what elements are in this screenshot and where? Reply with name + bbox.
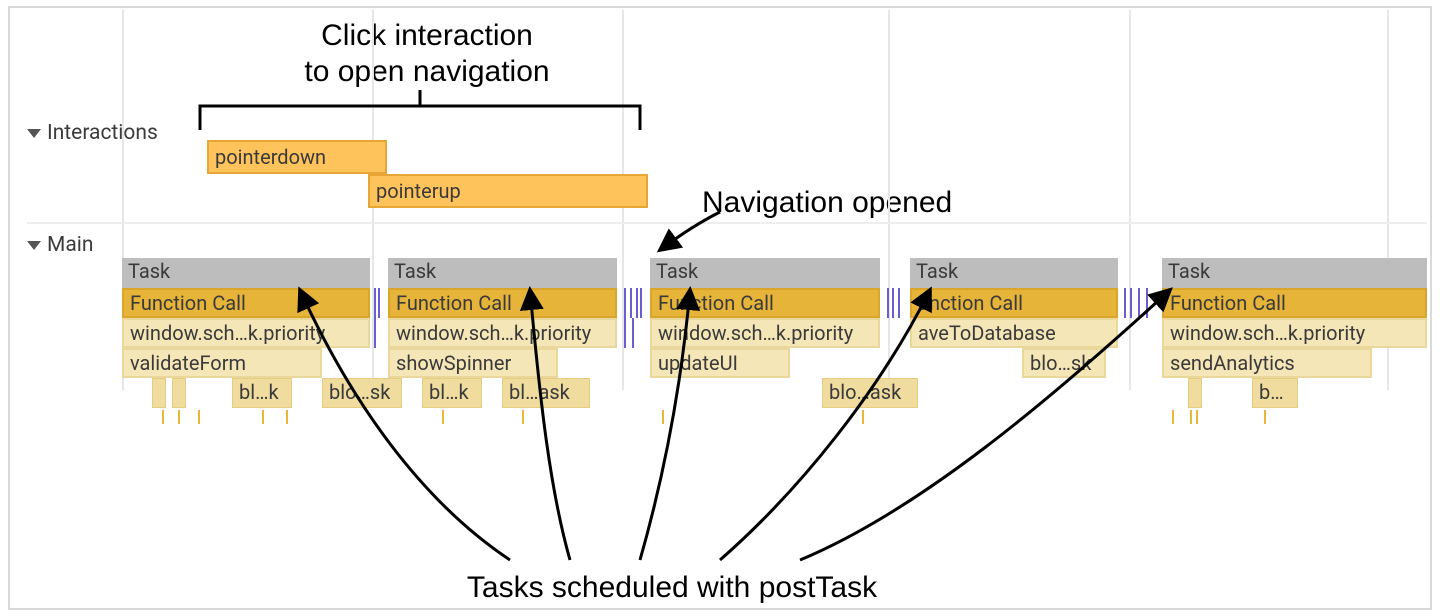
micro-bar[interactable] — [152, 378, 166, 408]
bar-label: window.sch…k.priority — [130, 321, 325, 345]
function-call-bar[interactable]: Function Call — [1162, 288, 1427, 318]
annotation-navigation-opened: Navigation opened — [702, 185, 1022, 221]
bar-label: Task — [1168, 259, 1210, 283]
annotation-text: Tasks scheduled with postTask — [467, 571, 877, 604]
task-bar[interactable]: Task — [122, 258, 370, 288]
track-interactions[interactable]: Interactions — [27, 120, 158, 146]
bar-label: pointerup — [376, 179, 461, 203]
bar-label: blo…sk — [1030, 351, 1091, 375]
bar-label: Task — [394, 259, 436, 283]
micro-bar[interactable]: bl…k — [232, 378, 292, 408]
bar-label: bl…k — [239, 380, 279, 404]
scheduler-bar[interactable]: window.sch…k.priority — [122, 318, 370, 348]
micro-bar[interactable]: bl…ask — [502, 378, 590, 408]
bar-label: Function Call — [658, 291, 774, 315]
bar-label: window.sch…k.priority — [1170, 321, 1365, 345]
annotation-click-interaction: Click interaction to open navigation — [242, 18, 612, 90]
bar-label: Function Call — [1170, 291, 1286, 315]
bar-label: bl…k — [429, 380, 469, 404]
micro-bar[interactable]: bl…k — [422, 378, 482, 408]
function-bar[interactable]: blo…sk — [1022, 348, 1106, 378]
micro-bar[interactable]: blo…ask — [822, 378, 918, 408]
micro-bar[interactable] — [1188, 378, 1202, 408]
bar-label: blo…ask — [829, 380, 901, 404]
function-call-bar[interactable]: Function Call — [388, 288, 617, 318]
function-bar[interactable]: sendAnalytics — [1162, 348, 1372, 378]
annotation-text: Click interaction to open navigation — [304, 19, 549, 88]
scheduler-bar[interactable]: window.sch…k.priority — [650, 318, 880, 348]
bar-label: Task — [656, 259, 698, 283]
interaction-pointerup[interactable]: pointerup — [368, 174, 648, 208]
micro-bar[interactable]: blo…sk — [322, 378, 402, 408]
function-bar[interactable]: showSpinner — [388, 348, 558, 378]
function-call-bar[interactable]: Function Call — [122, 288, 370, 318]
bar-label: sendAnalytics — [1170, 351, 1295, 375]
bar-label: blo…sk — [329, 380, 390, 404]
micro-bar[interactable] — [172, 378, 186, 408]
function-call-bar[interactable]: Function Call — [650, 288, 880, 318]
chevron-down-icon — [27, 129, 41, 138]
bar-label: validateForm — [130, 351, 246, 375]
micro-bar[interactable]: b… — [1252, 378, 1298, 408]
track-main[interactable]: Main — [27, 232, 93, 258]
task-bar[interactable]: Task — [650, 258, 880, 288]
bar-label: showSpinner — [396, 351, 511, 375]
track-label-text: Interactions — [47, 121, 158, 145]
annotation-text: Navigation opened — [702, 186, 952, 219]
bar-label: pointerdown — [215, 145, 326, 169]
scheduler-bar[interactable]: aveToDatabase — [910, 318, 1118, 348]
interaction-pointerdown[interactable]: pointerdown — [207, 140, 387, 174]
bar-label: Function Call — [396, 291, 512, 315]
task-bar[interactable]: Task — [1162, 258, 1427, 288]
annotation-posttask: Tasks scheduled with postTask — [412, 570, 932, 606]
bar-label: Task — [916, 259, 958, 283]
scheduler-bar[interactable]: window.sch…k.priority — [1162, 318, 1427, 348]
bar-label: Task — [128, 259, 170, 283]
bar-label: window.sch…k.priority — [396, 321, 591, 345]
bar-label: b… — [1259, 380, 1284, 404]
bar-label: Function Call — [130, 291, 246, 315]
bar-label: aveToDatabase — [918, 321, 1056, 345]
task-bar[interactable]: Task — [388, 258, 617, 288]
bar-label: updateUI — [658, 351, 738, 375]
chevron-down-icon — [27, 241, 41, 250]
scheduler-bar[interactable]: window.sch…k.priority — [388, 318, 617, 348]
bar-label: window.sch…k.priority — [658, 321, 853, 345]
function-call-bar[interactable]: unction Call — [910, 288, 1118, 318]
bar-label: unction Call — [918, 291, 1023, 315]
bar-label: bl…ask — [509, 380, 570, 404]
task-bar[interactable]: Task — [910, 258, 1118, 288]
function-bar[interactable]: updateUI — [650, 348, 790, 378]
function-bar[interactable]: validateForm — [122, 348, 322, 378]
track-label-text: Main — [47, 233, 93, 257]
